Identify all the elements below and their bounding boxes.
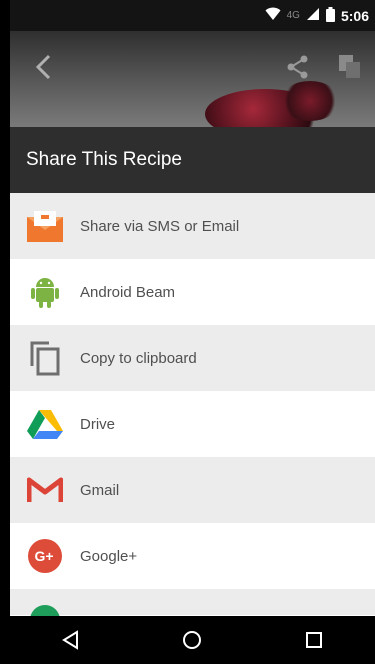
share-option-label: Google+ [80, 547, 138, 565]
svg-text:G+: G+ [34, 548, 53, 564]
share-option-label: Share via SMS or Email [80, 217, 240, 235]
copy-button[interactable] [334, 51, 366, 83]
sms-email-icon [26, 207, 64, 245]
recents-square-icon [306, 632, 323, 648]
gmail-icon [26, 471, 64, 509]
recipe-hero-image [10, 31, 375, 127]
dialog-title: Share This Recipe [10, 127, 375, 193]
back-button[interactable] [28, 51, 60, 83]
screen-edge [0, 0, 10, 664]
copy-icon [26, 339, 64, 377]
share-option-drive[interactable]: Drive [10, 391, 375, 457]
share-option-label: Gmail [80, 481, 120, 499]
network-type: 4G [286, 10, 300, 21]
copy-icon [339, 55, 360, 78]
share-option-google-plus[interactable]: G+ Google+ [10, 523, 375, 589]
drive-icon [26, 405, 64, 443]
screen: 4G 5:06 Share This Recipe Share via SMS … [0, 0, 375, 664]
battery-icon [325, 6, 335, 25]
share-option-label: Copy to clipboard [80, 349, 197, 367]
google-plus-icon: G+ [26, 537, 64, 575]
android-icon [26, 273, 64, 311]
share-option-sms-email[interactable]: Share via SMS or Email [10, 193, 375, 259]
share-option-android-beam[interactable]: Android Beam [10, 259, 375, 325]
chevron-left-icon [35, 54, 51, 80]
share-dialog: Share This Recipe Share via SMS or Email [10, 127, 375, 616]
status-bar: 4G 5:06 [10, 0, 375, 31]
back-nav-button[interactable] [53, 622, 89, 658]
back-triangle-icon [61, 630, 78, 650]
share-option-label: Android Beam [80, 283, 176, 301]
wifi-icon [265, 7, 281, 24]
recents-nav-button[interactable] [296, 622, 332, 658]
share-options-list: Share via SMS or Email Android Beam Copy… [10, 193, 375, 589]
share-option-gmail[interactable]: Gmail [10, 457, 375, 523]
share-button[interactable] [282, 51, 314, 83]
share-option-copy-clipboard[interactable]: Copy to clipboard [10, 325, 375, 391]
navigation-bar [10, 616, 375, 664]
status-time: 5:06 [340, 7, 369, 24]
home-circle-icon [183, 631, 202, 649]
share-option-label: Drive [80, 415, 116, 433]
share-icon [287, 55, 308, 79]
app-icon [30, 605, 60, 616]
home-nav-button[interactable] [174, 622, 210, 658]
signal-icon [306, 7, 320, 24]
share-option-partial[interactable] [10, 589, 375, 616]
